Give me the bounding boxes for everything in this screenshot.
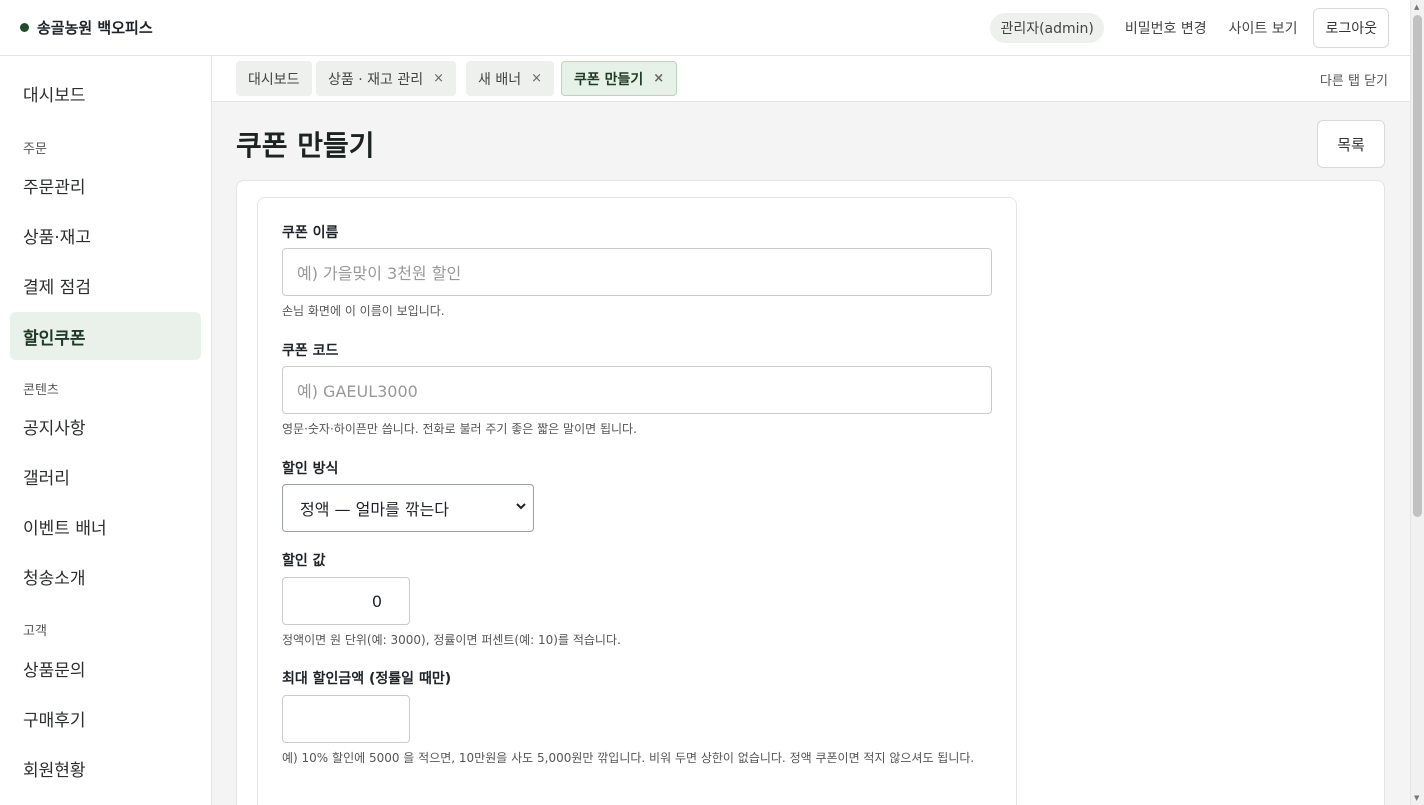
sidebar: 대시보드 주문 주문관리 상품·재고 결제 점검 할인쿠폰 콘텐츠 공지사항 갤… bbox=[0, 56, 212, 805]
user-badge: 관리자(admin) bbox=[990, 12, 1104, 43]
max-discount-input[interactable] bbox=[282, 695, 410, 743]
top-header: 송골농원 백오피스 관리자(admin) 비밀번호 변경 사이트 보기 로그아웃 bbox=[0, 0, 1410, 56]
coupon-name-label: 쿠폰 이름 bbox=[282, 225, 339, 241]
discount-value-label: 할인 값 bbox=[282, 553, 326, 569]
scrollbar-thumb[interactable] bbox=[1413, 15, 1422, 517]
coupon-code-help: 영문·숫자·하이픈만 씁니다. 전화로 불러 주기 좋은 짧은 말이면 됩니다. bbox=[282, 422, 637, 436]
page-scrollbar[interactable]: ▲ ▼ bbox=[1410, 0, 1424, 805]
sidebar-group-customers: 고객 bbox=[23, 624, 47, 639]
top-actions: 관리자(admin) 비밀번호 변경 사이트 보기 로그아웃 bbox=[990, 7, 1389, 48]
sidebar-item-inquiries[interactable]: 상품문의 bbox=[10, 644, 201, 692]
close-icon[interactable]: × bbox=[531, 71, 542, 86]
discount-value-input[interactable]: 0 bbox=[282, 577, 410, 625]
logout-button[interactable]: 로그아웃 bbox=[1313, 7, 1389, 48]
discount-value-help: 정액이면 원 단위(예: 3000), 정률이면 퍼센트(예: 10)를 적습니… bbox=[282, 633, 621, 647]
tab-products-inventory[interactable]: 상품 · 재고 관리 × bbox=[316, 61, 456, 96]
tab-new-banner[interactable]: 새 배너 × bbox=[466, 61, 554, 96]
tab-label: 쿠폰 만들기 bbox=[574, 71, 644, 88]
close-icon[interactable]: × bbox=[433, 71, 444, 86]
sidebar-group-content: 콘텐츠 bbox=[23, 383, 59, 398]
sidebar-item-orders[interactable]: 주문관리 bbox=[10, 161, 201, 209]
sidebar-item-payments[interactable]: 결제 점검 bbox=[10, 261, 201, 309]
sidebar-group-orders: 주문 bbox=[23, 142, 47, 157]
list-button[interactable]: 목록 bbox=[1317, 120, 1385, 168]
tab-create-coupon[interactable]: 쿠폰 만들기 × bbox=[561, 61, 678, 96]
close-icon[interactable]: × bbox=[653, 71, 664, 86]
sidebar-item-reviews[interactable]: 구매후기 bbox=[10, 694, 201, 742]
tab-label: 새 배너 bbox=[478, 71, 522, 88]
brand[interactable]: 송골농원 백오피스 bbox=[20, 17, 153, 38]
page-title: 쿠폰 만들기 bbox=[236, 129, 375, 162]
brand-dot-icon bbox=[20, 23, 29, 32]
close-other-tabs-button[interactable]: 다른 탭 닫기 bbox=[1320, 70, 1388, 89]
sidebar-item-dashboard[interactable]: 대시보드 bbox=[10, 69, 201, 117]
sidebar-item-event-banner[interactable]: 이벤트 배너 bbox=[10, 502, 201, 550]
tabs-bar: 대시보드 상품 · 재고 관리 × 새 배너 × 쿠폰 만들기 × 다른 탭 닫… bbox=[212, 56, 1410, 102]
coupon-code-label: 쿠폰 코드 bbox=[282, 343, 339, 359]
scroll-up-icon[interactable]: ▲ bbox=[1414, 3, 1419, 11]
coupon-name-help: 손님 화면에 이 이름이 보입니다. bbox=[282, 304, 445, 318]
sidebar-item-coupons[interactable]: 할인쿠폰 bbox=[10, 312, 201, 360]
brand-name: 송골농원 백오피스 bbox=[37, 19, 153, 37]
view-site-link[interactable]: 사이트 보기 bbox=[1229, 18, 1298, 38]
max-discount-label: 최대 할인금액 (정률일 때만) bbox=[282, 671, 452, 687]
tab-label: 상품 · 재고 관리 bbox=[328, 71, 424, 88]
sidebar-item-members[interactable]: 회원현황 bbox=[10, 744, 201, 792]
scroll-down-icon[interactable]: ▼ bbox=[1414, 794, 1419, 802]
discount-type-select[interactable]: 정액 — 얼마를 깎는다 bbox=[282, 484, 534, 532]
sidebar-item-products[interactable]: 상품·재고 bbox=[10, 211, 201, 259]
change-password-link[interactable]: 비밀번호 변경 bbox=[1125, 18, 1207, 38]
sidebar-item-notices[interactable]: 공지사항 bbox=[10, 402, 201, 450]
coupon-name-input[interactable]: 예) 가을맞이 3천원 할인 bbox=[282, 248, 992, 296]
tab-label: 대시보드 bbox=[248, 71, 300, 88]
discount-type-label: 할인 방식 bbox=[282, 461, 339, 477]
max-discount-help: 예) 10% 할인에 5000 을 적으면, 10만원을 사도 5,000원만 … bbox=[282, 751, 975, 765]
chevron-down-icon bbox=[515, 500, 527, 516]
discount-type-value: 정액 — 얼마를 깎는다 bbox=[300, 500, 450, 519]
tab-dashboard[interactable]: 대시보드 bbox=[236, 61, 312, 96]
coupon-code-input[interactable]: 예) GAEUL3000 bbox=[282, 366, 992, 414]
sidebar-item-gallery[interactable]: 갤러리 bbox=[10, 452, 201, 500]
sidebar-item-about[interactable]: 청송소개 bbox=[10, 552, 201, 600]
